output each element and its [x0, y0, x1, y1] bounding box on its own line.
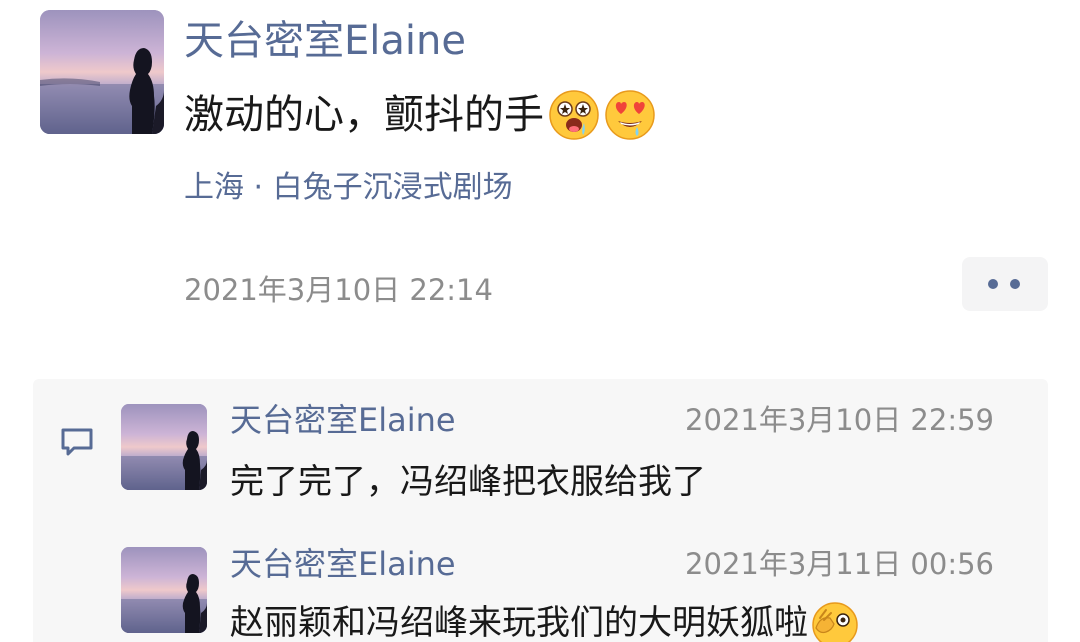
comment-timestamp: 2021年3月10日 22:59 — [685, 403, 994, 437]
speech-bubble-icon — [60, 427, 94, 457]
ellipsis-icon — [988, 279, 998, 289]
wink-hand-emoji — [810, 598, 860, 642]
heart-eyes-drooling-emoji — [604, 89, 656, 141]
ellipsis-icon-dot — [1010, 279, 1020, 289]
star-struck-drooling-emoji — [548, 89, 600, 141]
post-content: 激动的心，颤抖的手 — [184, 86, 656, 144]
comment-text: 赵丽颖和冯绍峰来玩我们的大明妖狐啦 — [230, 603, 808, 642]
post-avatar[interactable] — [40, 10, 164, 134]
post-location[interactable]: 上海 · 白兔子沉浸式剧场 — [184, 168, 513, 208]
comment-text[interactable]: 完了完了，冯绍峰把衣服给我了 — [230, 458, 706, 506]
more-actions-button[interactable] — [962, 257, 1048, 311]
post-author-name[interactable]: 天台密室Elaine — [184, 14, 466, 68]
comment-author-name[interactable]: 天台密室Elaine — [230, 399, 456, 441]
comment-avatar[interactable] — [121, 547, 207, 633]
avatar-image — [121, 547, 207, 633]
post-timestamp: 2021年3月10日 22:14 — [184, 273, 493, 307]
comment-timestamp: 2021年3月11日 00:56 — [685, 547, 994, 581]
post-text: 激动的心，颤抖的手 — [184, 92, 544, 138]
avatar-image — [121, 404, 207, 490]
comment-author-name[interactable]: 天台密室Elaine — [230, 543, 456, 585]
comment-avatar[interactable] — [121, 404, 207, 490]
avatar-image — [40, 10, 164, 134]
moments-post: 天台密室Elaine 激动的心，颤抖的手 上海 · 白兔子沉浸式剧场 2021年… — [0, 0, 1080, 642]
comment-content[interactable]: 赵丽颖和冯绍峰来玩我们的大明妖狐啦 — [230, 598, 860, 642]
